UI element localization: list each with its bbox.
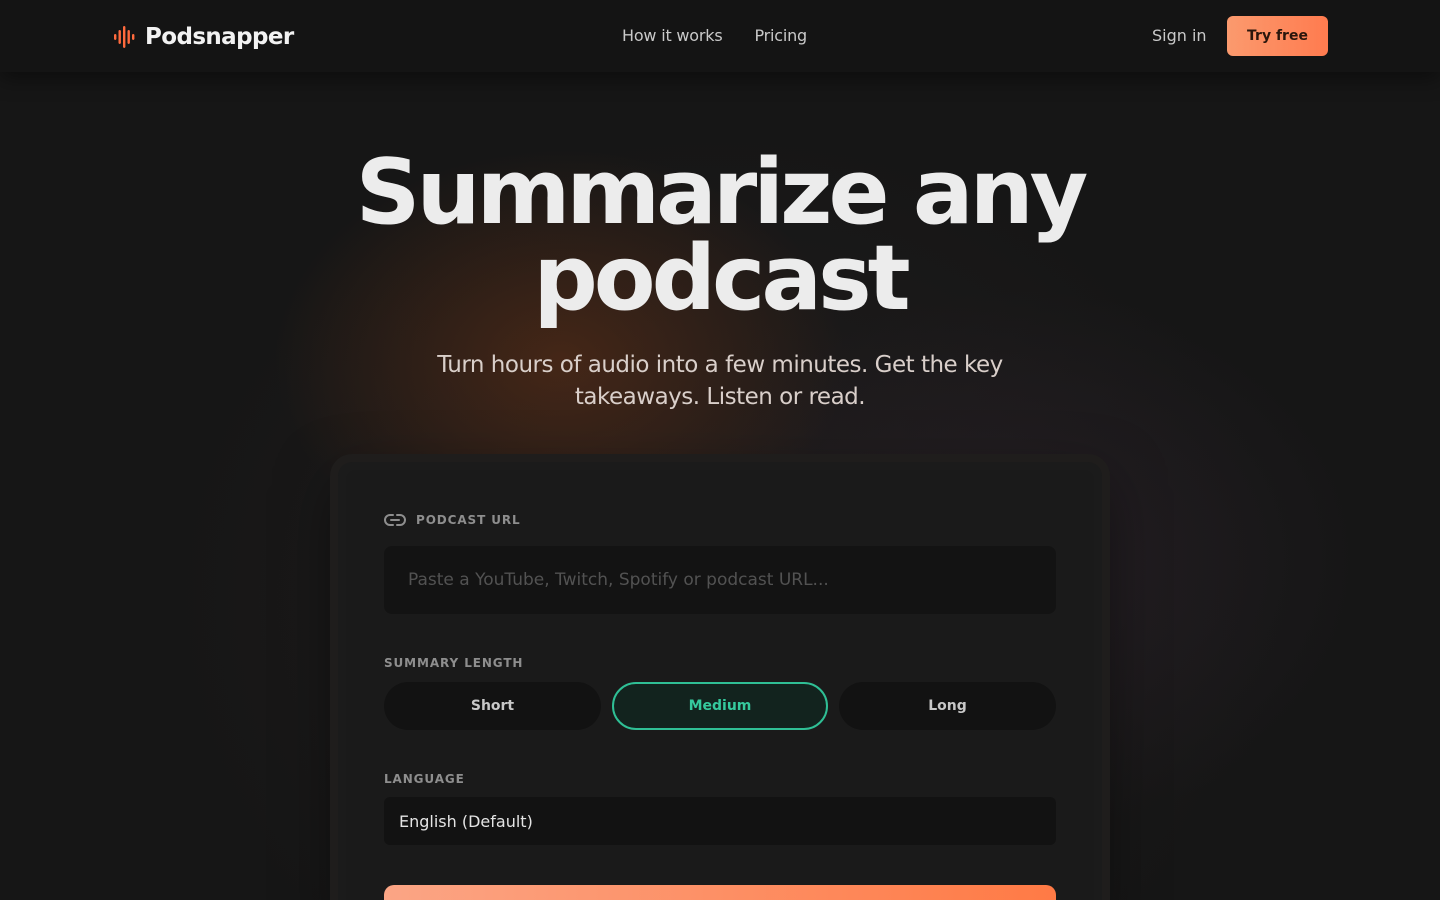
top-header: Podsnapper How it works Pricing Sign in … [0, 0, 1440, 72]
podcast-url-label-text: PODCAST URL [416, 513, 521, 527]
podcast-url-label: PODCAST URL [384, 513, 521, 527]
link-icon [384, 514, 406, 526]
nav-how-it-works[interactable]: How it works [622, 24, 723, 48]
length-option-short[interactable]: Short [384, 682, 601, 730]
hero-title-line-2: podcast [533, 226, 910, 331]
hero-subtitle: Turn hours of audio into a few minutes. … [437, 352, 1003, 410]
try-free-button[interactable]: Try free [1227, 16, 1328, 56]
language-selected-value: English (Default) [399, 811, 533, 831]
length-option-long[interactable]: Long [839, 682, 1056, 730]
language-label-text: LANGUAGE [384, 772, 465, 786]
summarize-form-card: PODCAST URL SUMMARY LENGTH Short Medium … [338, 462, 1102, 900]
nav-pricing[interactable]: Pricing [754, 24, 807, 48]
sign-in-link[interactable]: Sign in [1152, 24, 1207, 48]
podcast-url-input[interactable] [384, 546, 1056, 614]
form-panel: PODCAST URL SUMMARY LENGTH Short Medium … [346, 470, 1094, 900]
hero-title-line-1: Summarize any [355, 140, 1089, 245]
length-option-medium[interactable]: Medium [612, 682, 828, 730]
hero-title: Summarize any podcast [0, 140, 1440, 331]
main-nav: How it works Pricing [622, 24, 807, 48]
summary-length-label: SUMMARY LENGTH [384, 656, 523, 670]
brand-name: Podsnapper [145, 24, 294, 50]
soundwave-icon [114, 26, 135, 48]
page: Podsnapper How it works Pricing Sign in … [0, 0, 1440, 900]
brand-logo[interactable]: Podsnapper [112, 22, 294, 52]
summary-length-label-text: SUMMARY LENGTH [384, 656, 524, 670]
language-label: LANGUAGE [384, 772, 465, 786]
summarize-submit-button[interactable] [384, 885, 1056, 900]
language-select[interactable]: English (Default) [384, 797, 1056, 845]
